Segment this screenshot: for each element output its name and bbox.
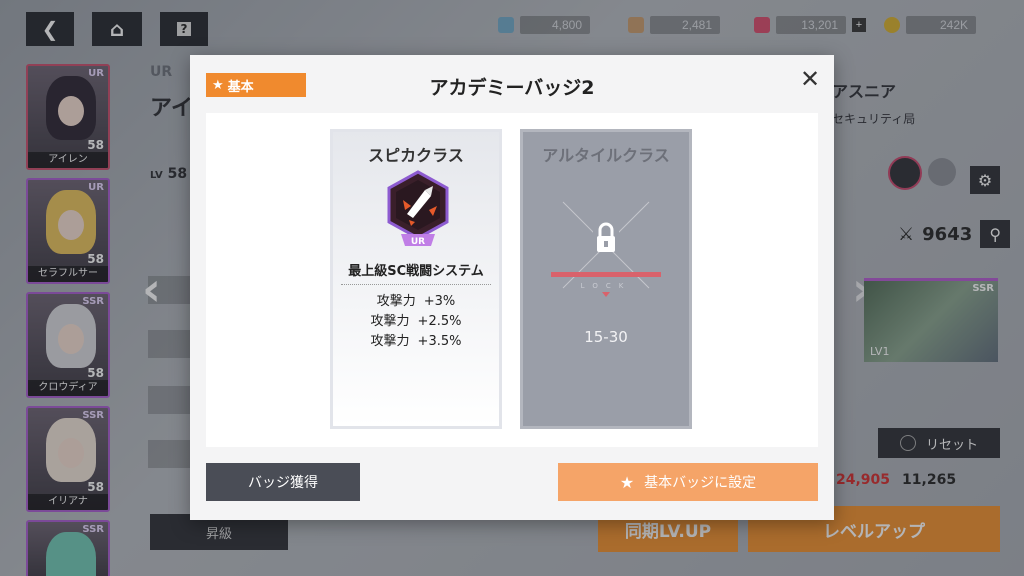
equipment-thumbnail[interactable]: SSR LV1: [864, 278, 998, 362]
reset-button[interactable]: リセット: [878, 428, 1000, 458]
set-default-badge-button[interactable]: ★ 基本バッジに設定: [558, 463, 818, 501]
gem-icon: [754, 17, 770, 33]
stat-row: 攻撃力 +3.5%: [370, 334, 462, 349]
reset-icon: [899, 435, 916, 451]
home-button[interactable]: ⌂: [92, 12, 142, 46]
prev-character-arrow[interactable]: ‹: [142, 262, 161, 316]
lock-status-icon: [928, 158, 956, 186]
char-rarity: UR: [150, 64, 173, 80]
roster-card[interactable]: UR 58 セラフルサー: [26, 178, 110, 284]
ticket-icon: [628, 17, 644, 33]
roster-card[interactable]: SSR 58 イリアナ: [26, 406, 110, 512]
level-up-cost: 24,905 11,265: [836, 472, 957, 488]
lock-icon: LOCK: [551, 201, 661, 297]
roster-card[interactable]: SSR 58 クロウディア: [26, 292, 110, 398]
stat-row: 攻撃力 +3%: [376, 294, 456, 309]
add-gem-button[interactable]: +: [852, 18, 866, 32]
lock-text: LOCK: [581, 282, 632, 290]
modal-title: アカデミーバッジ2: [429, 77, 595, 99]
search-button[interactable]: ⚲: [980, 220, 1011, 248]
close-icon: ✕: [799, 65, 821, 93]
resource-gem: 13,201 +: [754, 14, 866, 36]
unlock-level-range: 15-30: [584, 328, 628, 346]
settings-button[interactable]: ⚙: [970, 166, 1000, 194]
badge-card-altair[interactable]: アルタイルクラス LOCK 15-30: [520, 129, 692, 429]
gold-coin-icon: [884, 17, 900, 33]
badge-stats: 攻撃力 +3% 攻撃力 +2.5% 攻撃力 +3.5%: [333, 292, 499, 352]
character-info: アスニア セキュリティ局: [832, 82, 916, 126]
resource-stamina: 4,800: [498, 14, 590, 36]
roster-card[interactable]: SSR: [26, 520, 110, 576]
gear-icon: ⚙: [977, 170, 993, 190]
roster-card[interactable]: UR 58 アイレン: [26, 64, 110, 170]
resource-gold: 242K: [884, 14, 976, 36]
get-badge-button[interactable]: バッジ獲得: [206, 463, 360, 501]
search-icon: ⚲: [989, 224, 1002, 244]
crossed-swords-icon: ⚔: [898, 223, 915, 245]
resource-ticket: 2,481: [628, 14, 720, 36]
stamina-icon: [498, 17, 514, 33]
rarity-label: UR: [411, 237, 425, 247]
badge-card-spica[interactable]: スピカクラス UR 最上級SC戦闘システム 攻撃力+3% 攻撃力+2.5%: [330, 129, 502, 429]
star-icon: ★: [619, 472, 635, 492]
badge-list: スピカクラス UR 最上級SC戦闘システム 攻撃力+3% 攻撃力+2.5%: [206, 113, 818, 447]
char-name: アイ: [150, 96, 193, 121]
back-button[interactable]: ❮: [26, 12, 74, 46]
badge-modal: ★ 基本 アカデミーバッジ2 ✕ スピカクラス UR 最上級SC戦闘システム 攻…: [190, 55, 834, 520]
faction-icon: [888, 156, 922, 190]
close-button[interactable]: ✕: [796, 65, 824, 93]
home-icon: ⌂: [109, 17, 125, 41]
chevron-left-icon: ❮: [41, 17, 59, 41]
combat-power: ⚔ 9643 ⚲: [898, 220, 1011, 248]
badge-emblem-icon: UR: [387, 170, 449, 247]
help-button[interactable]: ?: [160, 12, 208, 46]
stat-row: 攻撃力 +2.5%: [370, 314, 462, 329]
question-icon: ?: [176, 22, 192, 36]
character-roster[interactable]: UR 58 アイレン UR 58 セラフルサー SSR 58 クロウディア SS…: [26, 64, 110, 576]
char-level: LV 58: [150, 166, 188, 182]
